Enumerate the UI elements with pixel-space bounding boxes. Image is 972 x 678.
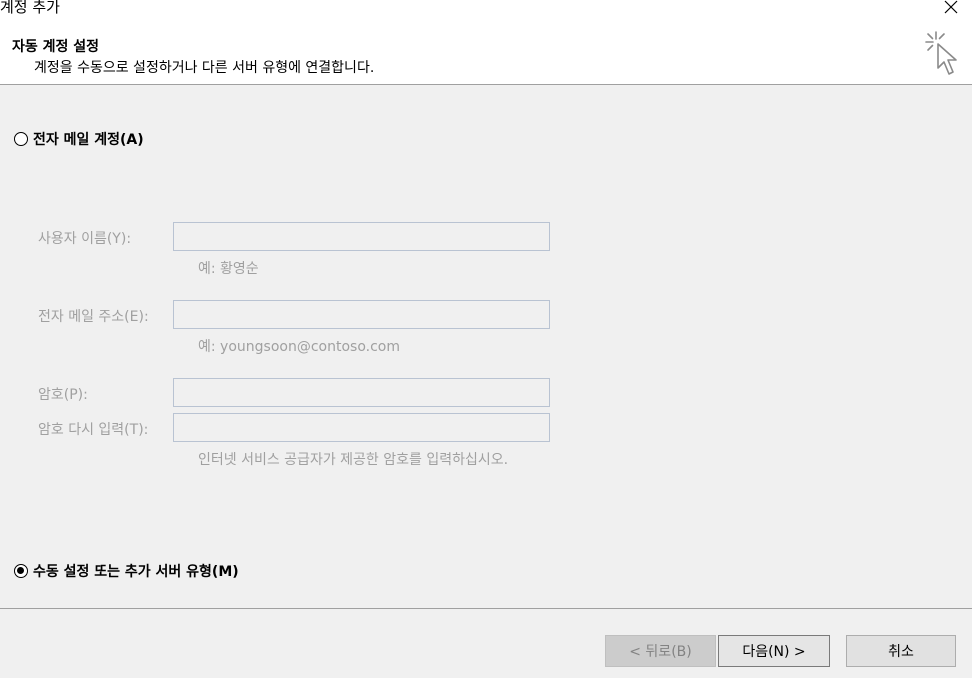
window-title: 계정 추가 bbox=[0, 0, 60, 16]
header-title: 자동 계정 설정 bbox=[12, 39, 100, 55]
email-account-radio-circle[interactable] bbox=[14, 132, 28, 146]
close-icon bbox=[944, 0, 958, 14]
confirm-password-label: 암호 다시 입력(T): bbox=[38, 422, 149, 438]
cursor-sparkle-icon bbox=[925, 31, 957, 75]
add-account-dialog: 계정 추가 자동 계정 설정 계정을 수동으로 설정하거나 다른 서버 유형에 … bbox=[0, 0, 972, 678]
cancel-button[interactable]: 취소 bbox=[846, 635, 956, 667]
email-account-label[interactable]: 전자 메일 계정(A) bbox=[33, 129, 144, 149]
wizard-header: 자동 계정 설정 계정을 수동으로 설정하거나 다른 서버 유형에 연결합니다. bbox=[0, 18, 972, 85]
confirm-password-input[interactable] bbox=[173, 413, 550, 442]
password-hint: 인터넷 서비스 공급자가 제공한 암호를 입력하십시오. bbox=[198, 452, 509, 468]
manual-setup-label[interactable]: 수동 설정 또는 추가 서버 유형(M) bbox=[33, 561, 239, 581]
user-name-label: 사용자 이름(Y): bbox=[38, 231, 132, 247]
user-name-hint: 예: 황영순 bbox=[198, 261, 259, 277]
header-subtitle: 계정을 수동으로 설정하거나 다른 서버 유형에 연결합니다. bbox=[34, 60, 375, 76]
next-button[interactable]: 다음(N) > bbox=[718, 635, 830, 667]
user-name-input[interactable] bbox=[173, 222, 550, 251]
close-button[interactable] bbox=[940, 0, 962, 17]
manual-setup-radio-circle[interactable] bbox=[14, 564, 28, 578]
footer-divider bbox=[0, 608, 972, 609]
password-input[interactable] bbox=[173, 378, 550, 407]
back-button[interactable]: < 뒤로(B) bbox=[605, 635, 716, 667]
email-account-radio[interactable]: 전자 메일 계정(A) bbox=[14, 129, 144, 149]
manual-setup-radio[interactable]: 수동 설정 또는 추가 서버 유형(M) bbox=[14, 561, 239, 581]
email-address-label: 전자 메일 주소(E): bbox=[38, 309, 149, 325]
password-label: 암호(P): bbox=[38, 387, 88, 403]
email-address-input[interactable] bbox=[173, 300, 550, 329]
title-bar: 계정 추가 bbox=[0, 0, 972, 18]
email-address-hint: 예: youngsoon@contoso.com bbox=[198, 339, 400, 355]
